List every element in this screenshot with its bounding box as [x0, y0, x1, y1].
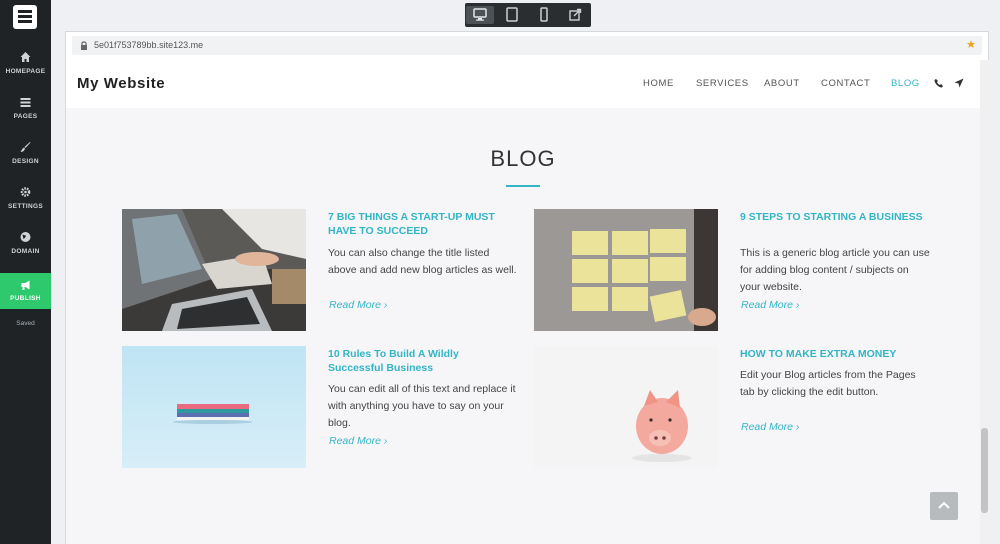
read-more-link[interactable]: Read More › [741, 299, 799, 311]
menu-item-home[interactable]: HOME [643, 78, 674, 89]
address-bar[interactable]: 5e01f753789bb.site123.me ★ [72, 36, 982, 55]
site123-logo-icon[interactable] [13, 5, 37, 29]
pages-icon [20, 98, 31, 107]
sidebar-item-label: HOMEPAGE [5, 68, 46, 75]
site-name[interactable]: My Website [77, 75, 165, 92]
mobile-icon [540, 7, 548, 22]
sidebar-item-label: DOMAIN [11, 248, 40, 255]
post-image-notebooks[interactable] [122, 346, 306, 468]
phone-icon[interactable] [934, 78, 944, 88]
chevron-up-icon [938, 501, 950, 509]
site-preview: My Website HOME SERVICES ABOUT CONTACT B… [66, 60, 980, 544]
menu-item-services[interactable]: SERVICES [696, 78, 749, 89]
sidebar-item-settings[interactable]: SETTINGS [0, 176, 51, 220]
sidebar-item-label: DESIGN [12, 158, 39, 165]
globe-icon [20, 232, 31, 242]
site-header: My Website HOME SERVICES ABOUT CONTACT B… [66, 60, 980, 108]
back-to-top-button[interactable] [930, 492, 958, 520]
preview-browser-frame: 5e01f753789bb.site123.me ★ My Website HO… [65, 31, 989, 544]
post-image-piggy-bank[interactable] [534, 346, 718, 468]
external-link-icon [569, 8, 582, 21]
post-title[interactable]: 7 BIG THINGS A START-UP MUST HAVE TO SUC… [328, 210, 513, 238]
post-title[interactable]: 9 STEPS TO STARTING A BUSINESS [740, 210, 925, 224]
lock-icon [81, 41, 87, 50]
post-excerpt: Edit your Blog articles from the Pages t… [740, 369, 916, 398]
megaphone-icon [21, 280, 30, 290]
menu-item-blog[interactable]: BLOG [891, 78, 920, 89]
location-arrow-icon[interactable] [954, 78, 964, 88]
sidebar-item-label: PUBLISH [10, 295, 41, 302]
post-excerpt: You can edit all of this text and replac… [328, 383, 516, 429]
post-title[interactable]: 10 Rules To Build A Wildly Successful Bu… [328, 347, 513, 375]
save-status: Saved [16, 320, 35, 327]
sidebar-item-design[interactable]: DESIGN [0, 131, 51, 175]
open-in-new-tab-button[interactable] [561, 6, 589, 24]
sidebar-item-domain[interactable]: DOMAIN [0, 221, 51, 265]
sidebar-item-label: SETTINGS [8, 203, 43, 210]
read-more-link[interactable]: Read More › [741, 421, 799, 433]
scrollbar-thumb[interactable] [981, 428, 988, 513]
device-toolbar [465, 3, 591, 27]
desktop-icon [473, 8, 487, 21]
mobile-view-button[interactable] [530, 6, 558, 24]
home-icon [20, 52, 31, 62]
menu-item-contact[interactable]: CONTACT [821, 78, 870, 89]
title-underline [506, 185, 540, 187]
tablet-icon [506, 7, 518, 22]
desktop-view-button[interactable] [466, 6, 494, 24]
star-icon[interactable]: ★ [966, 38, 976, 51]
post-title[interactable]: HOW TO MAKE EXTRA MONEY [740, 347, 925, 361]
preview-scrollbar[interactable] [980, 60, 989, 544]
post-excerpt: You can also change the title listed abo… [328, 247, 517, 276]
post-image-laptops[interactable] [122, 209, 306, 331]
section-title: BLOG [490, 146, 556, 171]
read-more-link[interactable]: Read More › [329, 435, 387, 447]
post-image-sticky-notes[interactable] [534, 209, 718, 331]
sidebar-item-homepage[interactable]: HOMEPAGE [0, 41, 51, 85]
sidebar-item-label: PAGES [13, 113, 38, 120]
gear-icon [20, 187, 31, 197]
editor-sidebar: HOMEPAGE PAGES DESIGN SETTINGS DOMAIN PU… [0, 0, 51, 544]
publish-button[interactable]: PUBLISH [0, 273, 51, 309]
url-text: 5e01f753789bb.site123.me [94, 40, 204, 50]
post-excerpt: This is a generic blog article you can u… [740, 247, 930, 293]
brush-icon [20, 142, 31, 152]
tablet-view-button[interactable] [498, 6, 526, 24]
sidebar-item-pages[interactable]: PAGES [0, 86, 51, 130]
menu-item-about[interactable]: ABOUT [764, 78, 800, 89]
read-more-link[interactable]: Read More › [329, 299, 387, 311]
